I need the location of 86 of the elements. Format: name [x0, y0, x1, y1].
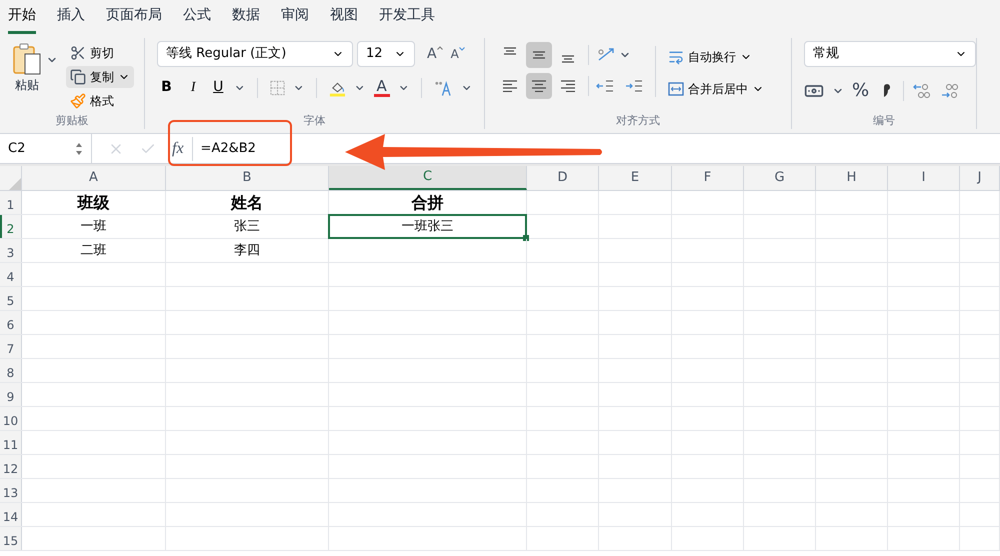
- function-label[interactable]: fx: [172, 136, 193, 160]
- percent-button[interactable]: %: [852, 77, 870, 104]
- column-header[interactable]: I: [888, 166, 960, 190]
- increase-decimal-icon[interactable]: [940, 82, 960, 100]
- paste-button[interactable]: 粘贴: [12, 42, 42, 112]
- scissors-icon: [70, 45, 86, 61]
- format-painter-button[interactable]: 格式: [66, 90, 134, 112]
- decrease-decimal-icon[interactable]: [912, 82, 932, 100]
- grow-font-button[interactable]: A: [427, 44, 443, 64]
- column-header[interactable]: F: [672, 166, 744, 190]
- column-header[interactable]: E: [599, 166, 672, 190]
- group-label: 编号: [872, 112, 896, 128]
- row-header[interactable]: 1: [0, 191, 22, 214]
- group-label: 剪贴板: [54, 112, 90, 128]
- row-header[interactable]: 13: [0, 479, 22, 502]
- wrap-text-icon: [668, 49, 684, 65]
- ribbon-tab[interactable]: 开发工具: [379, 4, 435, 34]
- row-header[interactable]: 14: [0, 503, 22, 526]
- underline-button[interactable]: U: [210, 77, 226, 98]
- formula-input[interactable]: =A2&B2: [200, 138, 256, 158]
- align-button[interactable]: [526, 42, 552, 68]
- font-size-dropdown[interactable]: 12: [357, 41, 415, 67]
- row-header[interactable]: 2: [0, 215, 22, 238]
- name-box[interactable]: C2: [0, 134, 92, 163]
- column-header[interactable]: G: [744, 166, 816, 190]
- caret-up-icon: [436, 46, 443, 50]
- merge-center-button[interactable]: 合并后居中: [668, 77, 764, 101]
- row-header[interactable]: 4: [0, 263, 22, 286]
- align-top-icon: [502, 47, 518, 55]
- font-color-button[interactable]: A: [374, 78, 390, 96]
- ribbon-tab[interactable]: 插入: [57, 4, 85, 34]
- caret-down-icon: [458, 47, 465, 51]
- table-cell-text: 一班: [80, 218, 106, 236]
- row-header[interactable]: 11: [0, 431, 22, 454]
- ribbon-tab[interactable]: 页面布局: [106, 4, 162, 34]
- number-format-dropdown[interactable]: 常规: [804, 41, 976, 67]
- ribbon-tab[interactable]: 视图: [330, 4, 358, 34]
- ribbon-tab[interactable]: 数据: [232, 4, 260, 34]
- table-cell-text: 班级: [78, 192, 110, 214]
- italic-button[interactable]: I: [184, 77, 203, 98]
- table-cell-text: 李四: [234, 242, 260, 260]
- row-header[interactable]: 7: [0, 335, 22, 358]
- font-name-dropdown[interactable]: 等线 Regular (正文): [157, 41, 353, 67]
- column-header[interactable]: A: [22, 166, 166, 190]
- column-header[interactable]: C: [329, 166, 527, 190]
- ribbon-tab[interactable]: 公式: [183, 4, 211, 34]
- row-header[interactable]: 15: [0, 527, 22, 550]
- copy-button[interactable]: 复制: [66, 66, 134, 88]
- row-header[interactable]: 3: [0, 239, 22, 262]
- align-left-icon: [502, 80, 518, 92]
- row-header[interactable]: 5: [0, 287, 22, 310]
- table-cell-text: 合拼: [412, 192, 444, 214]
- merge-cells-icon: [668, 81, 684, 97]
- column-header[interactable]: J: [960, 166, 1000, 190]
- table-cell-text: 姓名: [231, 192, 263, 214]
- paintbrush-icon: [70, 93, 86, 109]
- align-center-icon: [531, 80, 547, 92]
- align-button[interactable]: [526, 73, 552, 99]
- copy-icon: [70, 69, 86, 85]
- row-header[interactable]: 6: [0, 311, 22, 334]
- row-header[interactable]: 9: [0, 383, 22, 406]
- group-label: 字体: [302, 112, 326, 128]
- clipboard-icon: [12, 42, 42, 76]
- table-cell-text: 二班: [80, 242, 106, 260]
- decrease-indent-icon[interactable]: [596, 78, 614, 94]
- row-header[interactable]: 12: [0, 455, 22, 478]
- cut-button[interactable]: 剪切: [66, 42, 134, 64]
- ribbon-tab[interactable]: 审阅: [281, 4, 309, 34]
- table-cell-text: 一班张三: [402, 218, 454, 236]
- column-header[interactable]: D: [527, 166, 599, 190]
- table-cell-text: 张三: [234, 218, 260, 236]
- group-label: 对齐方式: [615, 112, 661, 128]
- align-bottom-icon: [560, 55, 576, 63]
- row-header[interactable]: 8: [0, 359, 22, 382]
- column-header[interactable]: H: [816, 166, 888, 190]
- increase-indent-icon[interactable]: [625, 78, 643, 94]
- text-style-icon[interactable]: [434, 78, 453, 96]
- bold-button[interactable]: B: [157, 77, 176, 98]
- comma-style-icon[interactable]: [881, 82, 892, 98]
- align-right-icon: [560, 80, 576, 92]
- align-middle-icon: [531, 51, 547, 59]
- wrap-text-button[interactable]: 自动换行: [668, 45, 764, 69]
- fill-handle[interactable]: [523, 235, 529, 241]
- stepper-icon: [75, 142, 83, 156]
- shrink-font-button[interactable]: A: [450, 45, 465, 63]
- row-header[interactable]: 10: [0, 407, 22, 430]
